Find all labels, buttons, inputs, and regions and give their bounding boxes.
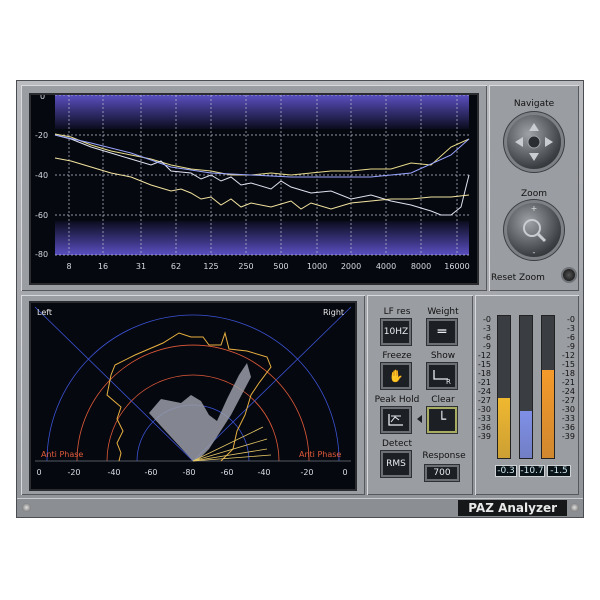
navigate-label: Navigate: [513, 99, 555, 109]
screw-icon: [570, 503, 579, 512]
freq-y-label: -60: [35, 211, 48, 220]
meter-center-fill: [520, 411, 532, 458]
anti-phase-left-label: Anti Phase: [41, 450, 83, 459]
stereo-display: Left Right Anti Phase Anti Phase 0 -20 -…: [29, 301, 357, 491]
show-button[interactable]: R: [427, 363, 457, 389]
meter-scale-left: -0 -3 -6 -9 -12 -15 -18 -21 -24 -27 -30 -33 -36-…: [477, 315, 491, 441]
freq-y-label: -40: [35, 171, 48, 180]
stereo-x-label: -40: [107, 468, 120, 477]
svg-text:-: -: [533, 248, 536, 257]
freq-y-label: -20: [35, 131, 48, 140]
stereo-x-label: -20: [67, 468, 80, 477]
navigate-knob[interactable]: [507, 115, 561, 169]
freq-x-label: 16: [98, 262, 108, 271]
product-title: PAZ Analyzer: [458, 500, 567, 516]
meters-panel: -0 -3 -6 -9 -12 -15 -18 -21 -24 -27 -30 -33 -36-…: [475, 295, 579, 495]
arrow-left-icon: [417, 415, 422, 423]
freq-x-label: 125: [203, 262, 218, 271]
freq-x-label: 62: [171, 262, 181, 271]
meter-left: [497, 315, 511, 459]
spectrum-trace-left: [54, 134, 470, 216]
show-label: Show: [430, 351, 456, 361]
meter-scale-right: -0 -3 -6 -9 -12 -15 -18 -21 -24 -27 -30 -33 -36-…: [561, 315, 575, 441]
freq-x-label: 16000: [444, 262, 469, 271]
lf-res-button[interactable]: 10HZ: [381, 319, 411, 345]
meter-left-fill: [498, 398, 510, 458]
spectrum-trace-avg: [54, 134, 470, 178]
freq-x-label: 4000: [376, 262, 396, 271]
freeze-button[interactable]: ✋: [381, 363, 411, 389]
left-right-icon: R: [433, 370, 451, 385]
weight-button[interactable]: ═: [427, 319, 457, 345]
meter-center: [519, 315, 533, 459]
reset-zoom-button[interactable]: [561, 267, 577, 283]
peak-hold-label: Peak Hold: [374, 395, 420, 405]
controls-panel: LF res 10HZ Weight ═ Freeze ✋ Show R Pea…: [367, 295, 473, 495]
stereo-x-label: -60: [144, 468, 157, 477]
meter-right: [541, 315, 555, 459]
screw-icon: [22, 503, 31, 512]
magnifier-icon: + -: [523, 204, 547, 257]
stereo-x-label: -80: [182, 468, 195, 477]
freeze-label: Freeze: [382, 351, 412, 361]
frequency-graph: 0 -20 -40 -60 -80 8 16 31 62 125 250 500…: [35, 95, 470, 271]
bottom-bar: PAZ Analyzer: [17, 498, 583, 517]
frequency-display: 0 -20 -40 -60 -80 8 16 31 62 125 250 500…: [29, 93, 479, 285]
spectrum-trace-right: [54, 157, 470, 210]
freq-x-label: 8000: [411, 262, 431, 271]
meter-right-fill: [542, 369, 554, 458]
reset-zoom-label: Reset Zoom: [491, 273, 545, 283]
lf-res-label: LF res: [383, 307, 411, 317]
anti-phase-right-label: Anti Phase: [299, 450, 341, 459]
arrows-icon: [515, 123, 553, 161]
stereo-x-label: -20: [300, 468, 313, 477]
zoom-label: Zoom: [521, 189, 547, 199]
response-field[interactable]: 700: [425, 465, 459, 481]
right-label: Right: [323, 308, 344, 317]
stereo-graph: Left Right Anti Phase Anti Phase 0 -20 -…: [34, 306, 352, 477]
peak-hold-icon: [388, 414, 403, 426]
svg-text:R: R: [446, 378, 451, 385]
paz-analyzer-window: 0 -20 -40 -60 -80 8 16 31 62 125 250 500…: [16, 80, 584, 518]
freq-x-label: 2000: [341, 262, 361, 271]
stereo-energy-fill: [149, 363, 251, 461]
freq-x-label: 8: [66, 262, 71, 271]
graph-top-band: [55, 95, 469, 129]
svg-text:+: +: [531, 204, 538, 213]
navigation-panel: Navigate Zoom + - Reset Zoom: [489, 85, 579, 291]
stereo-x-label: -60: [220, 468, 233, 477]
meter-left-readout: -0.3: [495, 465, 517, 477]
detect-button[interactable]: RMS: [381, 451, 411, 477]
frequency-panel: 0 -20 -40 -60 -80 8 16 31 62 125 250 500…: [21, 85, 487, 291]
freq-y-label: -80: [35, 250, 48, 259]
freq-x-label: 500: [273, 262, 288, 271]
clear-button[interactable]: └: [427, 407, 457, 433]
peak-hold-button[interactable]: [381, 407, 411, 433]
stereo-panel: Left Right Anti Phase Anti Phase 0 -20 -…: [21, 295, 365, 495]
weight-label: Weight: [427, 307, 459, 317]
detect-label: Detect: [381, 439, 412, 449]
stereo-x-label: -40: [257, 468, 270, 477]
freq-x-label: 1000: [307, 262, 327, 271]
response-label: Response: [422, 451, 466, 461]
freq-x-label: 250: [238, 262, 253, 271]
zoom-knob[interactable]: + -: [507, 203, 561, 257]
stereo-x-label: 0: [342, 468, 347, 477]
freq-x-label: 31: [136, 262, 146, 271]
graph-bottom-band: [55, 221, 469, 255]
meter-right-readout: -1.5: [547, 465, 571, 477]
left-label: Left: [37, 308, 52, 317]
meter-center-readout: -10.7: [519, 465, 545, 477]
stereo-x-label: 0: [36, 468, 41, 477]
clear-label: Clear: [431, 395, 455, 405]
freq-y-label: 0: [40, 95, 45, 101]
